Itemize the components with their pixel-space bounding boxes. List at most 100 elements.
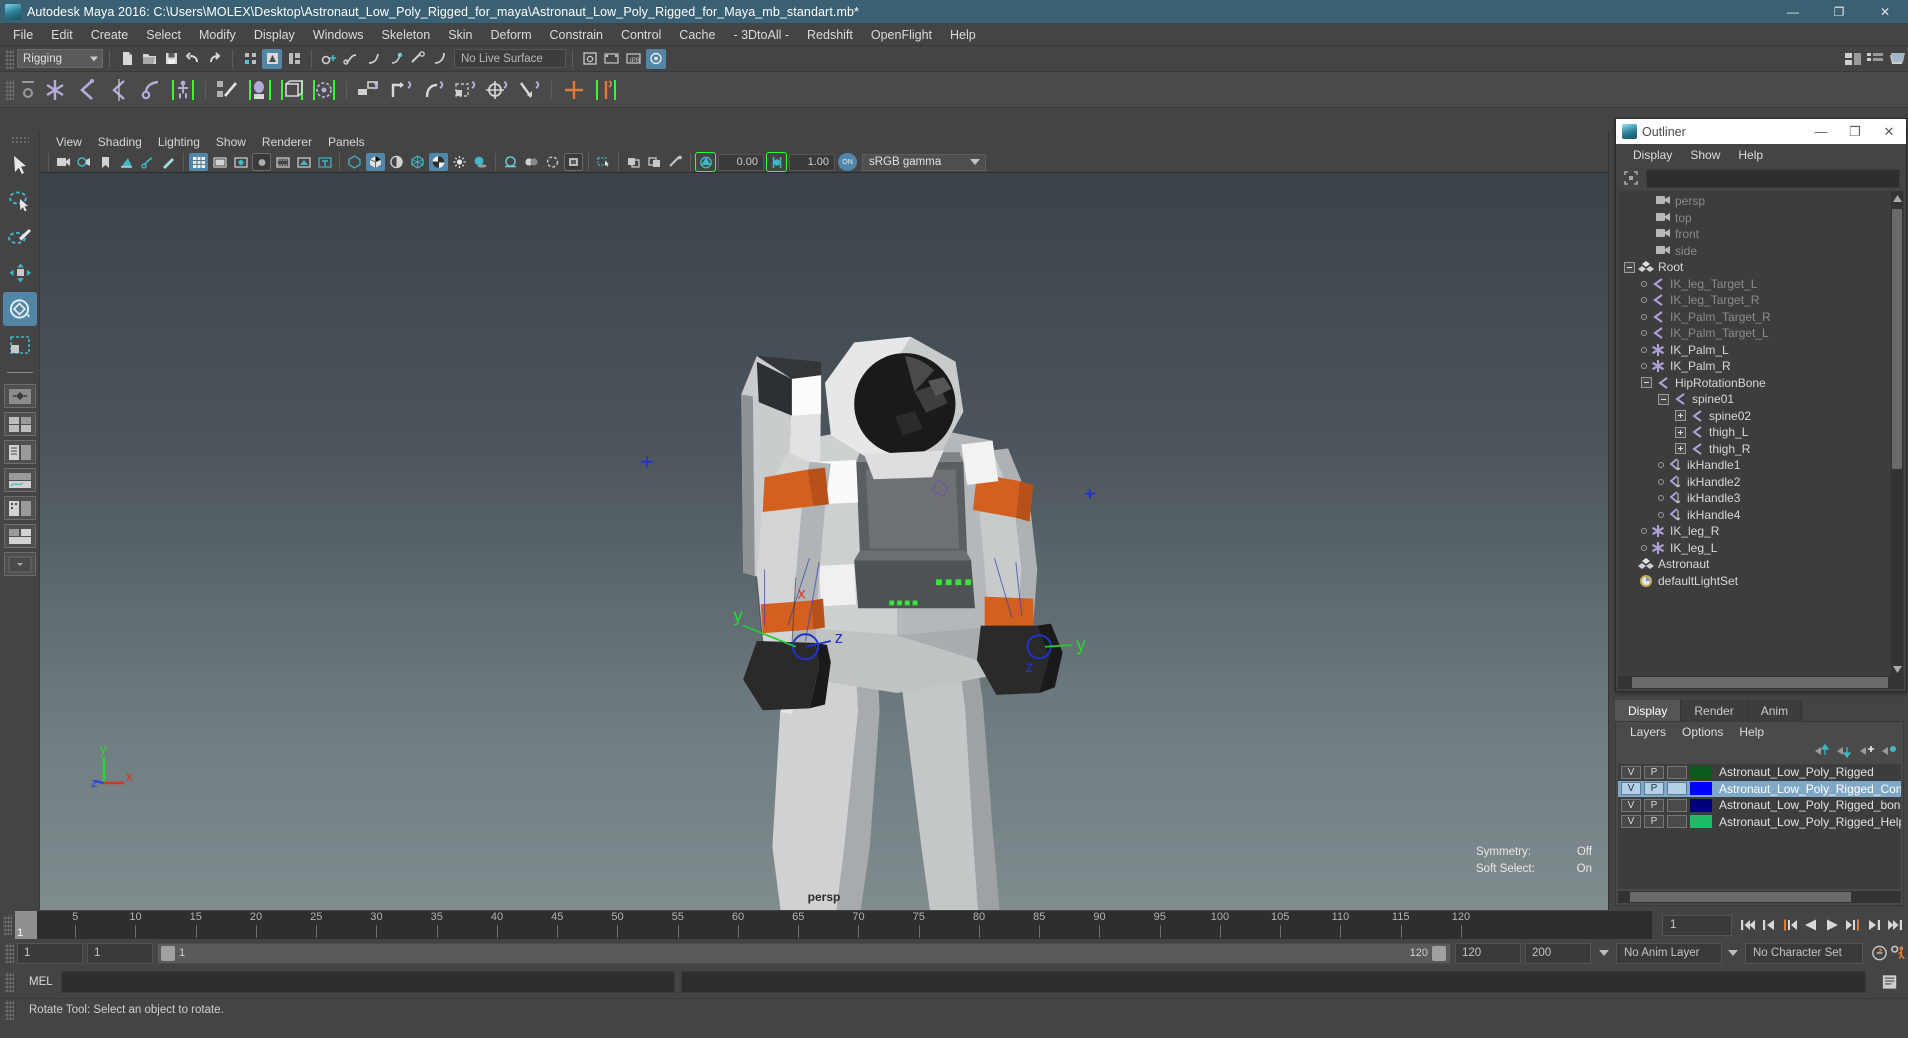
viewport-menu-shading[interactable]: Shading: [90, 134, 150, 150]
exposure-icon[interactable]: [695, 152, 716, 173]
character-set-field[interactable]: No Character Set: [1745, 942, 1863, 964]
anim-layer-field[interactable]: No Anim Layer: [1616, 942, 1722, 964]
bookmark-icon[interactable]: [96, 153, 115, 171]
layer-playback-toggle[interactable]: P: [1644, 782, 1664, 796]
show-channel-box-icon[interactable]: [1887, 49, 1907, 69]
play-forwards-icon[interactable]: [1822, 915, 1841, 935]
viewport-menu-panels[interactable]: Panels: [320, 134, 373, 150]
shadows-icon[interactable]: [471, 153, 490, 171]
perspective-viewport[interactable]: y z x y z x: [40, 173, 1608, 910]
move-tool-icon[interactable]: [3, 256, 37, 290]
lasso-tool-icon[interactable]: [3, 184, 37, 218]
tab-render[interactable]: Render: [1681, 700, 1748, 721]
outliner-item-ik_palm_r[interactable]: IK_Palm_R: [1618, 358, 1904, 375]
menu-modify[interactable]: Modify: [190, 26, 245, 44]
rotate-tool-icon[interactable]: [2, 292, 37, 326]
time-slider[interactable]: 1 5 10 15 20 25 30 35 40 45 50 55 60 65 70 75 80 85 90 95 1…: [15, 911, 1652, 939]
outliner-item-ikhandle3[interactable]: ikHandle3: [1618, 490, 1904, 507]
snap-to-point-icon[interactable]: [363, 49, 383, 69]
film-gate-icon[interactable]: [210, 153, 229, 171]
layer-row[interactable]: V P Astronaut_Low_Poly_Rigged_bones: [1618, 797, 1901, 814]
outliner-item-ikhandle2[interactable]: ikHandle2: [1618, 474, 1904, 491]
outliner-maximize-button[interactable]: ❐: [1838, 119, 1872, 144]
collapse-icon[interactable]: [1658, 393, 1669, 405]
gamma-field[interactable]: 1.00: [789, 153, 835, 171]
collapse-icon[interactable]: [1641, 377, 1652, 389]
expand-icon[interactable]: [1675, 443, 1686, 455]
outliner-item-top[interactable]: top: [1618, 210, 1904, 227]
minimize-button[interactable]: —: [1770, 0, 1816, 24]
exposure-field[interactable]: 0.00: [718, 153, 764, 171]
xray-joints-icon[interactable]: [294, 153, 313, 171]
multisample-aa-icon[interactable]: [543, 153, 562, 171]
layer-menu-options[interactable]: Options: [1674, 724, 1731, 740]
script-editor-icon[interactable]: [1881, 972, 1900, 992]
go-to-start-icon[interactable]: [1738, 915, 1757, 935]
new-scene-icon[interactable]: [117, 49, 137, 69]
menu-cache[interactable]: Cache: [670, 26, 724, 44]
outliner-item-ikhandle4[interactable]: ikHandle4: [1618, 507, 1904, 524]
layout-single-perspective-icon[interactable]: [3, 384, 36, 408]
viewport-menu-lighting[interactable]: Lighting: [150, 134, 208, 150]
xray-mode-icon[interactable]: [624, 153, 643, 171]
create-ik-spline-handle-icon[interactable]: [104, 75, 134, 105]
outliner-item-ik_palm_target_l[interactable]: IK_Palm_Target_L: [1618, 325, 1904, 342]
outliner-menu-help[interactable]: Help: [1729, 147, 1772, 163]
layer-list[interactable]: V P Astronaut_Low_Poly_Rigged V P Astronaut_L…: [1618, 764, 1901, 889]
scale-tool-icon[interactable]: [3, 328, 37, 362]
outliner-item-persp[interactable]: persp: [1618, 193, 1904, 210]
menu-windows[interactable]: Windows: [304, 26, 373, 44]
use-default-lighting-icon[interactable]: [450, 153, 469, 171]
outliner-item-spine01[interactable]: spine01: [1618, 391, 1904, 408]
layer-type-toggle[interactable]: [1667, 765, 1687, 779]
grease-pencil-icon[interactable]: [159, 153, 178, 171]
grid-toggle-icon[interactable]: [189, 153, 208, 172]
new-layer-from-selected-icon[interactable]: [1880, 744, 1897, 761]
range-slider[interactable]: 1 120: [157, 942, 1451, 964]
undo-icon[interactable]: [183, 49, 203, 69]
flat-shade-icon[interactable]: [408, 153, 427, 171]
step-back-keyframe-icon[interactable]: [1759, 915, 1778, 935]
playback-end-time-field[interactable]: 120: [1455, 942, 1521, 964]
animation-preferences-icon[interactable]: [1889, 943, 1908, 963]
layer-color-swatch[interactable]: [1690, 815, 1712, 829]
range-slider-grip[interactable]: [5, 943, 14, 963]
scale-constraint-icon[interactable]: [450, 75, 480, 105]
viewport-menu-show[interactable]: Show: [208, 134, 254, 150]
point-constraint-icon[interactable]: [386, 75, 416, 105]
layer-color-swatch[interactable]: [1690, 798, 1712, 812]
step-forward-keyframe-icon[interactable]: [1864, 915, 1883, 935]
interactive-bind-icon[interactable]: [277, 75, 307, 105]
outliner-vertical-scrollbar[interactable]: [1891, 191, 1903, 676]
tool-box-grip[interactable]: [10, 136, 29, 144]
viewport-menu-view[interactable]: View: [48, 134, 90, 150]
select-by-object-type-icon[interactable]: [262, 48, 282, 69]
layout-hypershade-persp-icon[interactable]: [3, 496, 36, 520]
shelf-tab-switcher[interactable]: [17, 73, 39, 107]
menu-skeleton[interactable]: Skeleton: [373, 26, 440, 44]
viewport-menu-renderer[interactable]: Renderer: [254, 134, 320, 150]
layer-visibility-toggle[interactable]: V: [1621, 782, 1641, 796]
command-line-grip[interactable]: [5, 972, 14, 992]
layer-color-swatch[interactable]: [1690, 765, 1712, 779]
select-tool-icon[interactable]: [3, 148, 37, 182]
tab-display[interactable]: Display: [1615, 700, 1682, 721]
anim-layer-dropdown-arrow[interactable]: [1595, 943, 1613, 964]
menu-file[interactable]: File: [4, 26, 42, 44]
menu-display[interactable]: Display: [245, 26, 304, 44]
outliner-menu-show[interactable]: Show: [1681, 147, 1729, 163]
maximize-button[interactable]: ❐: [1816, 0, 1862, 24]
layer-type-toggle[interactable]: [1667, 782, 1687, 796]
outliner-item-side[interactable]: side: [1618, 243, 1904, 260]
paint-select-tool-icon[interactable]: [3, 220, 37, 254]
resolution-gate-icon[interactable]: [231, 153, 250, 171]
new-layer-icon[interactable]: [1858, 744, 1875, 761]
playback-start-time-field[interactable]: 1: [87, 942, 153, 964]
outliner-close-button[interactable]: ✕: [1872, 119, 1906, 144]
save-scene-icon[interactable]: [161, 49, 181, 69]
outliner-item-ik_leg_r[interactable]: IK_leg_R: [1618, 523, 1904, 540]
mirror-joint-icon[interactable]: [559, 75, 589, 105]
step-back-frame-icon[interactable]: [1780, 915, 1799, 935]
play-backwards-icon[interactable]: [1801, 915, 1820, 935]
close-button[interactable]: ✕: [1862, 0, 1908, 24]
